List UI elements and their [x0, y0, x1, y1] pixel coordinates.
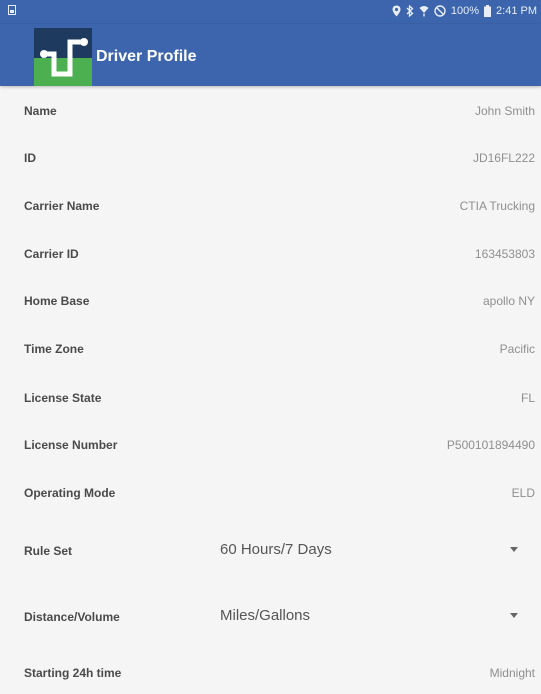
operating-mode-value: ELD [511, 486, 535, 500]
status-bar: 100% 2:41 PM [0, 0, 541, 24]
license-number-value: P500101894490 [446, 438, 535, 452]
starting-time-value: Midnight [489, 666, 535, 680]
license-number-label: License Number [24, 438, 118, 452]
battery-icon [484, 5, 492, 17]
rule-set-label: Rule Set [24, 544, 73, 558]
name-value: John Smith [474, 104, 535, 118]
chevron-down-icon [510, 547, 518, 552]
home-base-value: apollo NY [482, 294, 535, 308]
app-bar: Driver Profile [0, 24, 541, 86]
distance-volume-selected: Miles/Gallons [220, 607, 311, 624]
carrier-name-label: Carrier Name [24, 199, 100, 213]
clock: 2:41 PM [496, 5, 537, 17]
id-value: JD16FL222 [472, 151, 535, 165]
name-label: Name [24, 104, 57, 118]
carrier-id-value: 163453803 [474, 247, 535, 261]
carrier-id-label: Carrier ID [24, 247, 79, 261]
battery-level: 100% [450, 5, 480, 17]
id-label: ID [24, 151, 36, 165]
carrier-name-value: CTIA Trucking [459, 199, 535, 213]
home-base-label: Home Base [24, 294, 90, 308]
location-icon [392, 5, 401, 17]
operating-mode-label: Operating Mode [24, 486, 116, 500]
do-not-disturb-icon [434, 5, 446, 17]
time-zone-label: Time Zone [24, 342, 84, 356]
license-state-label: License State [24, 391, 102, 405]
time-zone-value: Pacific [499, 342, 535, 356]
wifi-icon [419, 5, 429, 17]
chevron-down-icon [510, 613, 518, 618]
license-state-value: FL [520, 391, 535, 405]
page-title: Driver Profile [96, 48, 197, 65]
bluetooth-icon [406, 5, 414, 17]
rule-set-select[interactable]: 60 Hours/7 Days [210, 535, 530, 567]
notification-icon [8, 5, 16, 18]
starting-time-label: Starting 24h time [24, 666, 122, 680]
app-logo [34, 28, 92, 86]
distance-volume-select[interactable]: Miles/Gallons [210, 601, 530, 633]
rule-set-selected: 60 Hours/7 Days [220, 541, 332, 558]
distance-volume-label: Distance/Volume [24, 610, 120, 624]
